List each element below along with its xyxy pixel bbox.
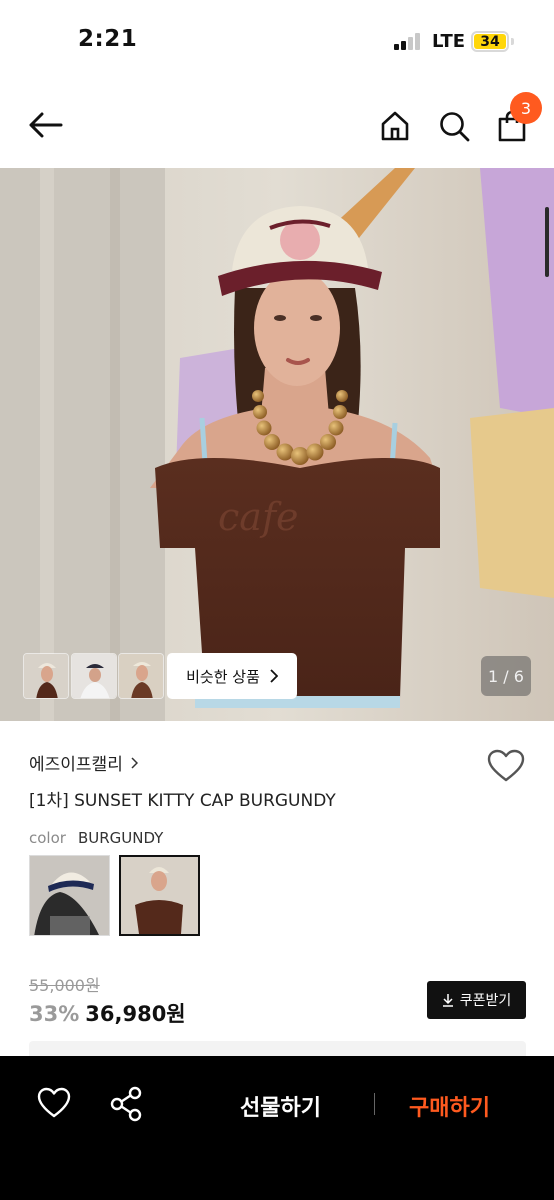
network-type: LTE xyxy=(432,31,466,52)
thumbnail-image xyxy=(72,654,116,698)
image-page-indicator: 1 / 6 xyxy=(481,656,531,696)
similar-products-label: 비슷한 상품 xyxy=(186,667,260,686)
color-label: color xyxy=(29,829,66,847)
color-swatch-2-selected[interactable] xyxy=(119,855,200,936)
thumbnail-2[interactable] xyxy=(71,653,117,699)
product-photo: cafe xyxy=(0,168,554,721)
color-swatch-1[interactable] xyxy=(29,855,110,936)
brand-link[interactable]: 에즈이프캘리 xyxy=(29,750,138,775)
thumbnail-3[interactable] xyxy=(118,653,164,699)
bottom-wishlist-button[interactable] xyxy=(36,1086,72,1122)
get-coupon-button[interactable]: 쿠폰받기 xyxy=(427,981,526,1019)
bottom-action-bar: 선물하기 구매하기 xyxy=(0,1056,554,1200)
cellular-signal-icon xyxy=(394,33,424,50)
svg-text:cafe: cafe xyxy=(218,495,299,539)
price-row: 33% 36,980원 xyxy=(29,998,186,1028)
arrow-left-icon xyxy=(29,112,63,138)
home-button[interactable] xyxy=(374,104,416,148)
chevron-right-icon xyxy=(131,756,138,769)
search-button[interactable] xyxy=(432,104,476,148)
page-scrollbar[interactable] xyxy=(545,207,549,277)
search-icon xyxy=(440,112,470,142)
thumbnail-1[interactable] xyxy=(23,653,69,699)
brand-name: 에즈이프캘리 xyxy=(29,755,123,775)
color-option-row: color BURGUNDY xyxy=(29,829,163,847)
swatch-image xyxy=(30,856,109,935)
heart-icon xyxy=(37,1087,71,1118)
home-icon xyxy=(381,111,409,141)
coupon-label: 쿠폰받기 xyxy=(459,993,512,1009)
thumbnail-image xyxy=(119,654,163,698)
battery-icon: 34 xyxy=(471,31,509,52)
wishlist-button[interactable] xyxy=(486,748,526,784)
chevron-right-icon xyxy=(270,669,278,683)
color-value: BURGUNDY xyxy=(77,829,164,847)
cart-count-badge: 3 xyxy=(510,92,542,124)
similar-products-button[interactable]: 비슷한 상품 xyxy=(167,653,297,699)
share-button[interactable] xyxy=(108,1084,144,1124)
thumbnail-image xyxy=(24,654,68,698)
product-image-carousel[interactable]: cafe xyxy=(0,168,554,721)
final-price: 36,980원 xyxy=(85,1002,186,1026)
back-button[interactable] xyxy=(22,104,68,146)
swatch-image xyxy=(121,857,198,934)
battery-level: 34 xyxy=(474,34,506,50)
download-icon xyxy=(442,994,453,1007)
gift-button[interactable]: 선물하기 xyxy=(240,1090,321,1122)
heart-icon xyxy=(487,749,525,782)
product-title: [1차] SUNSET KITTY CAP BURGUNDY xyxy=(29,791,336,811)
original-price: 55,000원 xyxy=(29,976,100,995)
share-icon xyxy=(110,1086,142,1122)
discount-rate: 33% xyxy=(29,1002,80,1026)
status-bar: 2:21 LTE 34 xyxy=(0,0,554,80)
status-time: 2:21 xyxy=(78,26,138,52)
buy-button[interactable]: 구매하기 xyxy=(409,1090,490,1122)
header xyxy=(0,80,554,168)
divider xyxy=(374,1093,375,1115)
